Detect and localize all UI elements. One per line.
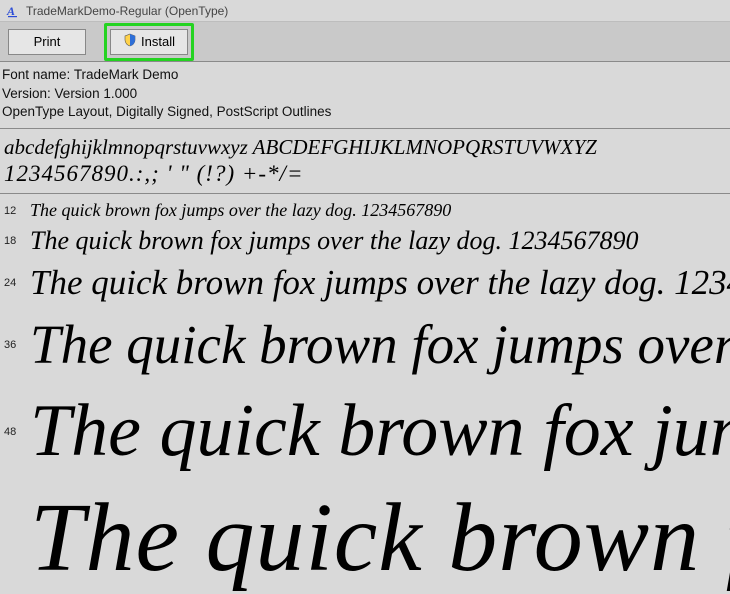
sample-text: The quick brown fox jumps over the lazy … — [28, 389, 730, 474]
sample-size-label: 18 — [4, 235, 28, 247]
print-button[interactable]: Print — [8, 29, 86, 55]
sample-text: The quick brown fox jumps over the lazy … — [28, 263, 730, 303]
font-metadata: Font name: TradeMark Demo Version: Versi… — [0, 62, 730, 129]
font-name-label: Font name: — [2, 67, 70, 82]
window-title: TradeMarkDemo-Regular (OpenType) — [26, 4, 228, 18]
sample-row: 24 The quick brown fox jumps over the la… — [0, 258, 730, 308]
font-name-row: Font name: TradeMark Demo — [2, 66, 728, 85]
sample-row: 12 The quick brown fox jumps over the la… — [0, 198, 730, 224]
font-name-value: TradeMark Demo — [74, 67, 179, 82]
alphabet-line-digits-sym: 1234567890.:,; ' " (!?) +-*/= — [4, 160, 726, 189]
sample-text: The quick brown fox jumps over the lazy … — [28, 482, 730, 594]
features-row: OpenType Layout, Digitally Signed, PostS… — [2, 103, 728, 122]
sample-list: 12 The quick brown fox jumps over the la… — [0, 194, 730, 594]
sample-row: 48 The quick brown fox jumps over the la… — [0, 382, 730, 482]
version-row: Version: Version 1.000 — [2, 85, 728, 104]
svg-text:A: A — [6, 4, 15, 18]
sample-size-label: 12 — [4, 205, 28, 217]
print-button-label: Print — [34, 34, 61, 49]
alphabet-line-lc-uc: abcdefghijklmnopqrstuvwxyz ABCDEFGHIJKLM… — [4, 134, 726, 160]
sample-text: The quick brown fox jumps over the lazy … — [28, 200, 451, 221]
version-label: Version: — [2, 86, 51, 101]
window-titlebar: A TradeMarkDemo-Regular (OpenType) — [0, 0, 730, 22]
sample-row: The quick brown fox jumps over the lazy … — [0, 482, 730, 594]
version-value: Version 1.000 — [55, 86, 138, 101]
install-highlight: Install — [104, 23, 194, 61]
font-app-icon: A — [6, 4, 20, 18]
toolbar: Print Install — [0, 22, 730, 62]
install-button[interactable]: Install — [110, 29, 188, 55]
alphabet-preview: abcdefghijklmnopqrstuvwxyz ABCDEFGHIJKLM… — [0, 129, 730, 194]
sample-size-label: 36 — [4, 339, 28, 351]
sample-size-label: 48 — [4, 426, 28, 438]
sample-text: The quick brown fox jumps over the lazy … — [28, 226, 639, 256]
install-button-label: Install — [141, 34, 175, 49]
sample-row: 36 The quick brown fox jumps over the la… — [0, 308, 730, 382]
sample-row: 18 The quick brown fox jumps over the la… — [0, 224, 730, 258]
sample-text: The quick brown fox jumps over the lazy … — [28, 313, 730, 376]
sample-size-label: 24 — [4, 277, 28, 289]
shield-icon — [123, 33, 137, 50]
